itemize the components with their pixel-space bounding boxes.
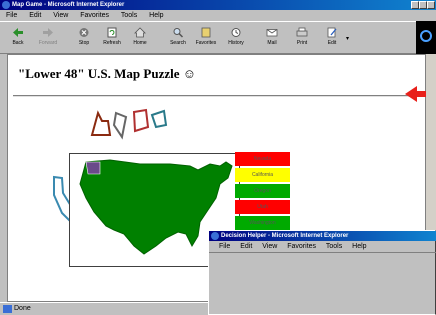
back-button[interactable]: Back — [4, 25, 32, 51]
favorites-icon — [201, 27, 211, 38]
status-text: Done — [14, 305, 31, 312]
maximize-icon[interactable] — [419, 1, 427, 9]
popup-title: Decision Helper - Microsoft Internet Exp… — [221, 233, 349, 239]
menu-favorites[interactable]: Favorites — [80, 12, 109, 19]
menu-edit[interactable]: Edit — [29, 12, 41, 19]
utah-piece[interactable] — [132, 108, 150, 133]
page-done-icon — [3, 305, 12, 313]
nevada-piece[interactable] — [112, 111, 128, 140]
ie-logo-icon — [2, 1, 10, 9]
back-arrow-icon — [13, 28, 23, 37]
mail-icon — [266, 29, 278, 37]
washington-piece[interactable] — [150, 109, 168, 129]
page-title: "Lower 48" U.S. Map Puzzle ☺ — [18, 66, 197, 81]
forward-button[interactable]: Forward — [34, 25, 62, 51]
browser-window: Map Game - Microsoft Internet Explorer F… — [0, 0, 436, 315]
edit-icon — [327, 27, 337, 38]
window-title: Map Game - Microsoft Internet Explorer — [12, 2, 125, 8]
state-answer-washington[interactable]: Washington — [235, 216, 290, 230]
idaho-piece[interactable] — [90, 110, 112, 136]
popup-menu-view[interactable]: View — [262, 243, 277, 250]
print-button[interactable]: Print — [288, 25, 316, 51]
favorites-button[interactable]: Favorites — [192, 25, 220, 51]
refresh-icon — [107, 27, 117, 38]
state-answer-utah[interactable]: Utah — [235, 200, 290, 214]
popup-toolbar — [209, 252, 436, 260]
menu-file[interactable]: File — [6, 12, 17, 19]
state-answer-oregon[interactable]: Oregon — [235, 184, 290, 198]
search-button[interactable]: Search — [164, 25, 192, 51]
print-icon — [296, 27, 308, 37]
puzzle-pieces-tray — [90, 108, 168, 140]
divider — [13, 95, 418, 97]
decision-helper-window[interactable]: Decision Helper - Microsoft Internet Exp… — [208, 230, 436, 315]
menu-tools[interactable]: Tools — [121, 12, 137, 19]
map-empty-slot[interactable] — [85, 161, 101, 175]
menu-bar: File Edit View Favorites Tools Help — [0, 10, 436, 21]
popup-menu-bar: File Edit View Favorites Tools Help — [209, 242, 436, 252]
toolbar: Back Forward Stop Refresh Home Search Fa… — [0, 21, 436, 54]
close-icon[interactable] — [427, 1, 435, 9]
ie-logo-icon — [420, 30, 432, 42]
mail-button[interactable]: Mail — [258, 25, 286, 51]
home-icon — [134, 27, 146, 38]
history-button[interactable]: History — [222, 25, 250, 51]
history-icon — [231, 28, 241, 37]
popup-menu-tools[interactable]: Tools — [326, 243, 342, 250]
ie-logo-icon — [211, 232, 219, 240]
edit-button[interactable]: Edit — [318, 25, 346, 51]
stop-button[interactable]: Stop — [70, 25, 98, 51]
ie-throbber — [416, 21, 436, 54]
popup-menu-file[interactable]: File — [219, 243, 230, 250]
title-bar[interactable]: Map Game - Microsoft Internet Explorer — [0, 0, 436, 10]
popup-menu-favorites[interactable]: Favorites — [287, 243, 316, 250]
refresh-button[interactable]: Refresh — [98, 25, 126, 51]
toolbar-more-icon[interactable]: ▾ — [346, 35, 349, 42]
menu-view[interactable]: View — [53, 12, 68, 19]
menu-help[interactable]: Help — [149, 12, 163, 19]
search-icon — [173, 28, 184, 38]
popup-menu-edit[interactable]: Edit — [240, 243, 252, 250]
state-answer-nevada[interactable]: Nevada — [235, 152, 290, 166]
popup-menu-help[interactable]: Help — [352, 243, 366, 250]
minimize-icon[interactable] — [411, 1, 419, 9]
state-answer-california[interactable]: California — [235, 168, 290, 182]
popup-title-bar[interactable]: Decision Helper - Microsoft Internet Exp… — [209, 231, 436, 241]
forward-arrow-icon — [43, 28, 53, 37]
home-button[interactable]: Home — [126, 25, 154, 51]
stop-icon — [79, 28, 89, 37]
